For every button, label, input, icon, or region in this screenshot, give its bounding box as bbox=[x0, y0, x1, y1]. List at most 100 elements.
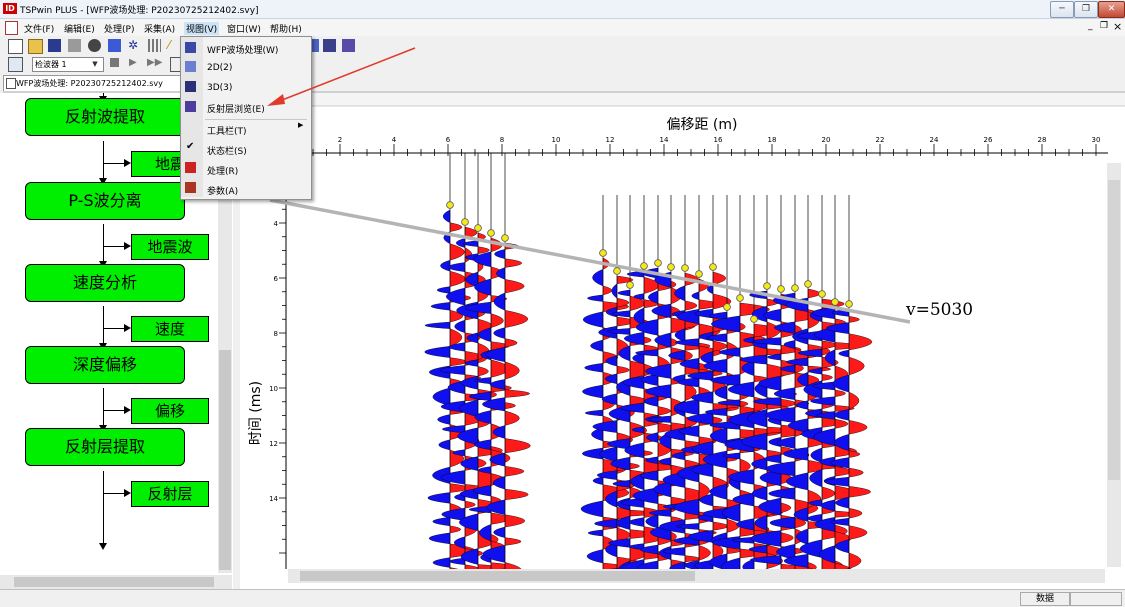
mdi-close-button[interactable]: × bbox=[1113, 20, 1122, 33]
trace-wiggle bbox=[769, 488, 795, 500]
print-icon[interactable] bbox=[68, 39, 81, 52]
minimize-button[interactable]: ─ bbox=[1050, 1, 1074, 18]
bars-icon[interactable] bbox=[148, 39, 161, 52]
trace-wiggle bbox=[713, 522, 728, 530]
menu-item-statusbar[interactable]: 状态栏(S) bbox=[207, 144, 247, 157]
x-tick-label: 14 bbox=[660, 136, 669, 144]
flow-output-seismic-wave[interactable]: 地震波 bbox=[131, 234, 209, 260]
menu-process[interactable]: 处理(P) bbox=[104, 22, 134, 35]
menu-view[interactable]: 视图(V) bbox=[184, 22, 219, 35]
menu-item-3d[interactable]: 3D(3) bbox=[207, 83, 232, 93]
plot-horizontal-scroll-thumb[interactable] bbox=[300, 571, 695, 581]
trace-wiggle bbox=[595, 519, 617, 528]
trace-wiggle bbox=[617, 366, 629, 374]
trace-wiggle bbox=[505, 390, 530, 398]
menu-item-2d[interactable]: 2D(2) bbox=[207, 63, 232, 73]
flow-horizontal-scroll-thumb[interactable] bbox=[14, 577, 214, 587]
trace-wiggle bbox=[505, 466, 524, 476]
y-tick-label: 14 bbox=[269, 495, 278, 503]
x-tick-label: 16 bbox=[714, 136, 723, 144]
plot-y-title: 时间 (ms) bbox=[248, 381, 264, 445]
flow-step-velocity-analysis[interactable]: 速度分析 bbox=[25, 264, 185, 302]
trace-wiggle bbox=[450, 358, 467, 366]
status-cell bbox=[1070, 592, 1122, 606]
flow-connector bbox=[103, 388, 104, 430]
trace-wiggle bbox=[849, 486, 871, 497]
flow-output-velocity[interactable]: 速度 bbox=[131, 316, 209, 342]
flow-output-reflector[interactable]: 反射层 bbox=[131, 481, 209, 507]
trace-wiggle bbox=[613, 480, 630, 487]
menu-item-params[interactable]: 参数(A) bbox=[207, 184, 238, 197]
flow-step-reflection-extraction[interactable]: 反射波提取 bbox=[25, 98, 185, 136]
trace-wiggle bbox=[455, 320, 465, 333]
new-file-icon[interactable] bbox=[8, 39, 23, 54]
close-button[interactable]: ✕ bbox=[1098, 1, 1125, 18]
flow-connector bbox=[103, 306, 104, 348]
pick-marker bbox=[710, 264, 717, 271]
trace-wiggle bbox=[443, 210, 450, 223]
trace-wiggle bbox=[849, 392, 859, 409]
trace-wiggle bbox=[811, 448, 822, 463]
pick-marker bbox=[696, 271, 703, 278]
pick-marker bbox=[475, 225, 482, 232]
export-icon[interactable] bbox=[88, 39, 101, 52]
open-folder-icon[interactable] bbox=[28, 39, 43, 54]
trace-wiggle bbox=[839, 350, 849, 357]
restore-button[interactable]: ❐ bbox=[1074, 1, 1098, 18]
flow-step-reflector-extraction[interactable]: 反射层提取 bbox=[25, 428, 185, 466]
menu-edit[interactable]: 编辑(E) bbox=[64, 22, 95, 35]
menu-item-toolbar[interactable]: 工具栏(T) bbox=[207, 124, 247, 137]
save-icon[interactable] bbox=[48, 39, 61, 52]
trace-wiggle bbox=[505, 339, 517, 348]
mdi-restore-button[interactable]: ❐ bbox=[1100, 21, 1108, 31]
trace-wiggle bbox=[607, 439, 630, 450]
menu-file[interactable]: 文件(F) bbox=[24, 22, 54, 35]
flow-step-depth-migration[interactable]: 深度偏移 bbox=[25, 346, 185, 384]
trace-wiggle bbox=[675, 339, 699, 347]
plot-x-axis: 24681012141618202224262830 bbox=[300, 136, 1109, 156]
trace-wiggle bbox=[505, 259, 522, 268]
seismic-traces bbox=[425, 153, 872, 569]
play-icon[interactable]: ▶ bbox=[129, 57, 137, 68]
trace-wiggle bbox=[450, 526, 461, 533]
pick-marker bbox=[792, 285, 799, 292]
trace-wiggle bbox=[494, 249, 505, 258]
document-tab[interactable]: WFP波场处理: P20230725212402.svy bbox=[3, 75, 185, 92]
pick-marker bbox=[641, 263, 648, 270]
menu-acquire[interactable]: 采集(A) bbox=[144, 22, 175, 35]
arrow-down-icon bbox=[99, 543, 107, 550]
trace-wiggle bbox=[448, 262, 465, 271]
flow-step-ps-separation[interactable]: P-S波分离 bbox=[25, 182, 185, 220]
menu-item-process[interactable]: 处理(R) bbox=[207, 164, 238, 177]
trace-wiggle bbox=[450, 271, 466, 286]
trace-wiggle bbox=[439, 440, 450, 450]
pick-marker bbox=[832, 299, 839, 306]
trace-wiggle bbox=[587, 549, 603, 563]
window-icon[interactable] bbox=[108, 39, 121, 52]
trace-wiggle bbox=[849, 468, 863, 477]
trace-wiggle bbox=[438, 415, 450, 425]
menu-separator bbox=[205, 119, 307, 120]
trace-wiggle bbox=[494, 328, 505, 339]
plot-vertical-scroll-thumb[interactable] bbox=[1108, 180, 1120, 480]
arrow-right-icon bbox=[124, 324, 131, 332]
pick-marker bbox=[502, 235, 509, 242]
arrow-right-icon bbox=[124, 242, 131, 250]
chevron-down-icon[interactable]: ▼ bbox=[90, 58, 100, 71]
trace-wiggle bbox=[505, 362, 519, 380]
fast-forward-icon[interactable]: ▶▶ bbox=[147, 57, 162, 68]
trace-wiggle bbox=[505, 538, 521, 546]
scatter-icon[interactable]: ✲ bbox=[128, 39, 141, 52]
mdi-minimize-button[interactable]: _ bbox=[1088, 21, 1093, 31]
trace-wiggle bbox=[478, 366, 488, 376]
stop-icon[interactable] bbox=[110, 58, 119, 67]
select-tool-icon[interactable] bbox=[8, 57, 23, 72]
trace-wiggle bbox=[849, 526, 867, 540]
flow-output-migration[interactable]: 偏移 bbox=[131, 398, 209, 424]
document-icon bbox=[5, 21, 18, 35]
menu-window[interactable]: 窗口(W) bbox=[227, 22, 261, 35]
flow-vertical-scroll-thumb[interactable] bbox=[219, 350, 231, 570]
trace-wiggle bbox=[433, 517, 450, 526]
flow-connector bbox=[103, 471, 104, 545]
menu-help[interactable]: 帮助(H) bbox=[270, 22, 302, 35]
